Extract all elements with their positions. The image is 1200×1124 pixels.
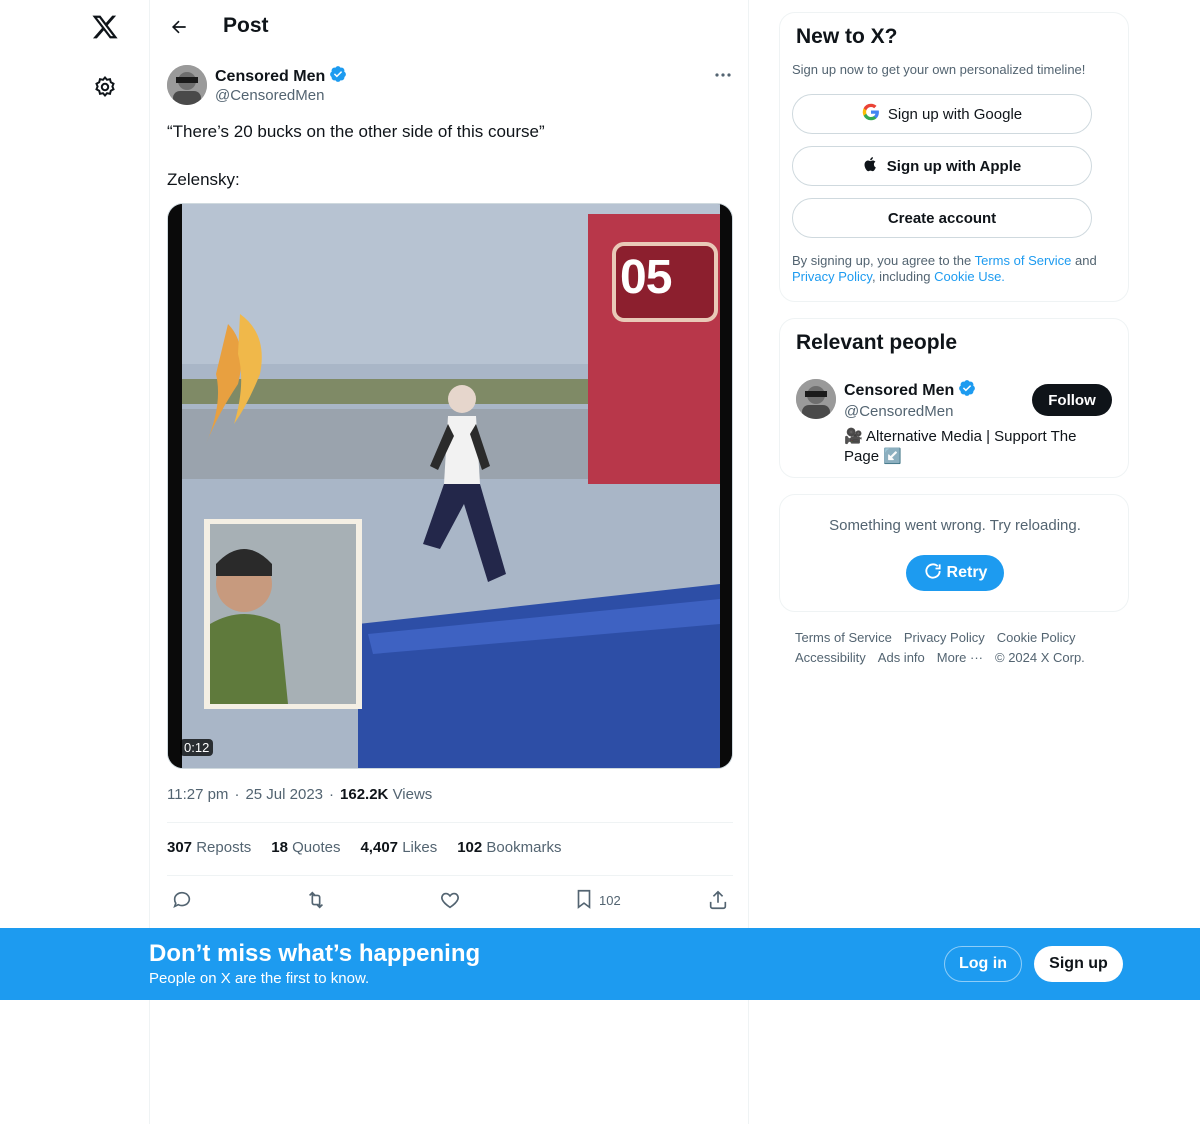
follow-button[interactable]: Follow (1032, 384, 1112, 416)
tweet-text: “There’s 20 bucks on the other side of t… (167, 122, 545, 189)
relevant-people-card: Relevant people Censored Men @CensoredMe… (779, 318, 1129, 478)
create-account-button[interactable]: Create account (792, 198, 1092, 238)
divider (167, 875, 733, 876)
divider (167, 822, 733, 823)
cookie-link[interactable]: Cookie Use. (934, 269, 1005, 284)
views-count: 162.2K (340, 786, 389, 803)
settings-gear-icon[interactable] (86, 68, 124, 106)
login-button[interactable]: Log in (944, 946, 1022, 982)
footer-privacy-link[interactable]: Privacy Policy (904, 630, 985, 645)
verified-badge-icon (329, 65, 347, 88)
google-signup-button[interactable]: Sign up with Google (792, 94, 1092, 134)
signup-button[interactable]: Sign up (1034, 946, 1123, 982)
page-title: Post (223, 14, 269, 37)
apple-signup-button[interactable]: Sign up with Apple (792, 146, 1092, 186)
views-label: Views (392, 786, 433, 803)
legal-and: and (1071, 253, 1097, 268)
signup-card: New to X? Sign up now to get your own pe… (779, 12, 1129, 302)
terms-link[interactable]: Terms of Service (975, 253, 1072, 268)
repost-icon[interactable] (305, 884, 327, 916)
footer-more-link[interactable]: More ··· (937, 650, 983, 665)
author-name-row[interactable]: Censored Men (215, 65, 347, 88)
footer-links: Terms of Service Privacy Policy Cookie Pol… (795, 628, 1115, 668)
verified-badge-icon (958, 379, 976, 402)
author-handle[interactable]: @CensoredMen (215, 87, 324, 104)
reply-icon[interactable] (171, 884, 193, 916)
bookmark-count: 102 (599, 892, 621, 908)
person-name-row[interactable]: Censored Men (844, 379, 976, 402)
signup-card-subtitle: Sign up now to get your own personalized… (792, 62, 1086, 77)
create-account-label: Create account (887, 209, 997, 227)
google-signup-label: Sign up with Google (887, 105, 1023, 123)
footer-terms-link[interactable]: Terms of Service (795, 630, 892, 645)
signup-banner: Don’t miss what’s happening People on X … (0, 928, 1200, 1000)
action-bar: 102 (167, 884, 733, 916)
apple-signup-label: Sign up with Apple (886, 157, 1022, 175)
more-options-icon[interactable] (706, 63, 740, 87)
x-logo-icon[interactable] (86, 8, 124, 46)
error-message: Something went wrong. Try reloading. (829, 517, 1081, 534)
person-handle[interactable]: @CensoredMen (844, 403, 953, 420)
video-player[interactable]: 05 0:12 (167, 203, 733, 769)
meta-separator: · (329, 786, 335, 803)
post-time[interactable]: 11:27 pm (167, 786, 228, 803)
video-duration: 0:12 (180, 739, 214, 756)
bookmarks-stat[interactable]: 102 Bookmarks (457, 839, 561, 856)
banner-title: Don’t miss what’s happening (149, 940, 481, 967)
footer-ads-link[interactable]: Ads info (878, 650, 925, 665)
footer-cookie-link[interactable]: Cookie Policy (997, 630, 1076, 645)
post-header: Post (150, 0, 750, 54)
legal-including: , including (871, 269, 935, 284)
person-bio: 🎥 Alternative Media | Support The Page ↙… (844, 428, 1077, 465)
reposts-stat[interactable]: 307 Reposts (167, 839, 251, 856)
person-avatar[interactable] (796, 379, 836, 419)
quotes-stat[interactable]: 18 Quotes (271, 839, 340, 856)
legal-prefix: By signing up, you agree to the (792, 253, 975, 268)
signup-legal-text: By signing up, you agree to the Terms of… (792, 253, 1112, 285)
author-avatar[interactable] (167, 65, 207, 105)
apple-icon (863, 155, 879, 177)
bookmark-icon (573, 888, 595, 913)
person-name[interactable]: Censored Men (844, 382, 954, 400)
share-icon[interactable] (707, 884, 729, 916)
likes-stat[interactable]: 4,407 Likes (360, 839, 437, 856)
retry-button[interactable]: Retry (906, 555, 1004, 591)
footer-copyright: © 2024 X Corp. (995, 650, 1085, 665)
post-date[interactable]: 25 Jul 2023 (245, 786, 323, 803)
bookmark-button[interactable]: 102 (573, 884, 621, 916)
banner-subtitle: People on X are the first to know. (149, 970, 370, 987)
author-name[interactable]: Censored Men (215, 68, 325, 86)
back-arrow-icon[interactable] (162, 10, 196, 44)
retry-label: Retry (946, 564, 988, 581)
like-heart-icon[interactable] (439, 884, 461, 916)
footer-accessibility-link[interactable]: Accessibility (795, 650, 866, 665)
engagement-stats: 307 Reposts 18 Quotes 4,407 Likes 102 Bo… (167, 839, 561, 856)
error-card: Something went wrong. Try reloading. Ret… (779, 494, 1129, 612)
post-meta: 11:27 pm · 25 Jul 2023 · 162.2K Views (167, 786, 432, 803)
relevant-people-title: Relevant people (796, 331, 958, 354)
privacy-link[interactable]: Privacy Policy (792, 269, 872, 284)
signup-card-title: New to X? (796, 25, 898, 48)
video-overlay-number: 05 (620, 251, 672, 304)
meta-separator: · (234, 786, 240, 803)
refresh-icon (923, 561, 943, 586)
google-icon (862, 103, 880, 125)
